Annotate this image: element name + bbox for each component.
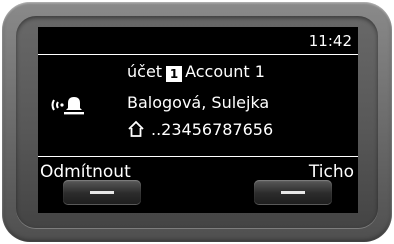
ringing-bell-icon [51,97,84,115]
left-hardware-key[interactable] [63,180,141,204]
caller-number-line: ..23456787656 [127,120,273,140]
account-line: účet 1 Account 1 [127,62,265,82]
home-icon [128,120,144,137]
clock: 11:42 [308,32,352,50]
status-bar: 11:42 [38,27,358,55]
silence-softkey[interactable]: Ticho [309,162,354,182]
caller-number: ..23456787656 [151,120,274,139]
account-prefix: účet [127,62,163,81]
dash-icon [281,191,305,194]
caller-name: Balogová, Sulejka [127,93,270,112]
dash-icon [90,191,114,194]
reject-softkey[interactable]: Odmítnout [40,162,131,182]
right-hardware-key[interactable] [254,180,332,204]
account-number-badge: 1 [166,66,183,82]
account-name: Account 1 [185,62,265,81]
